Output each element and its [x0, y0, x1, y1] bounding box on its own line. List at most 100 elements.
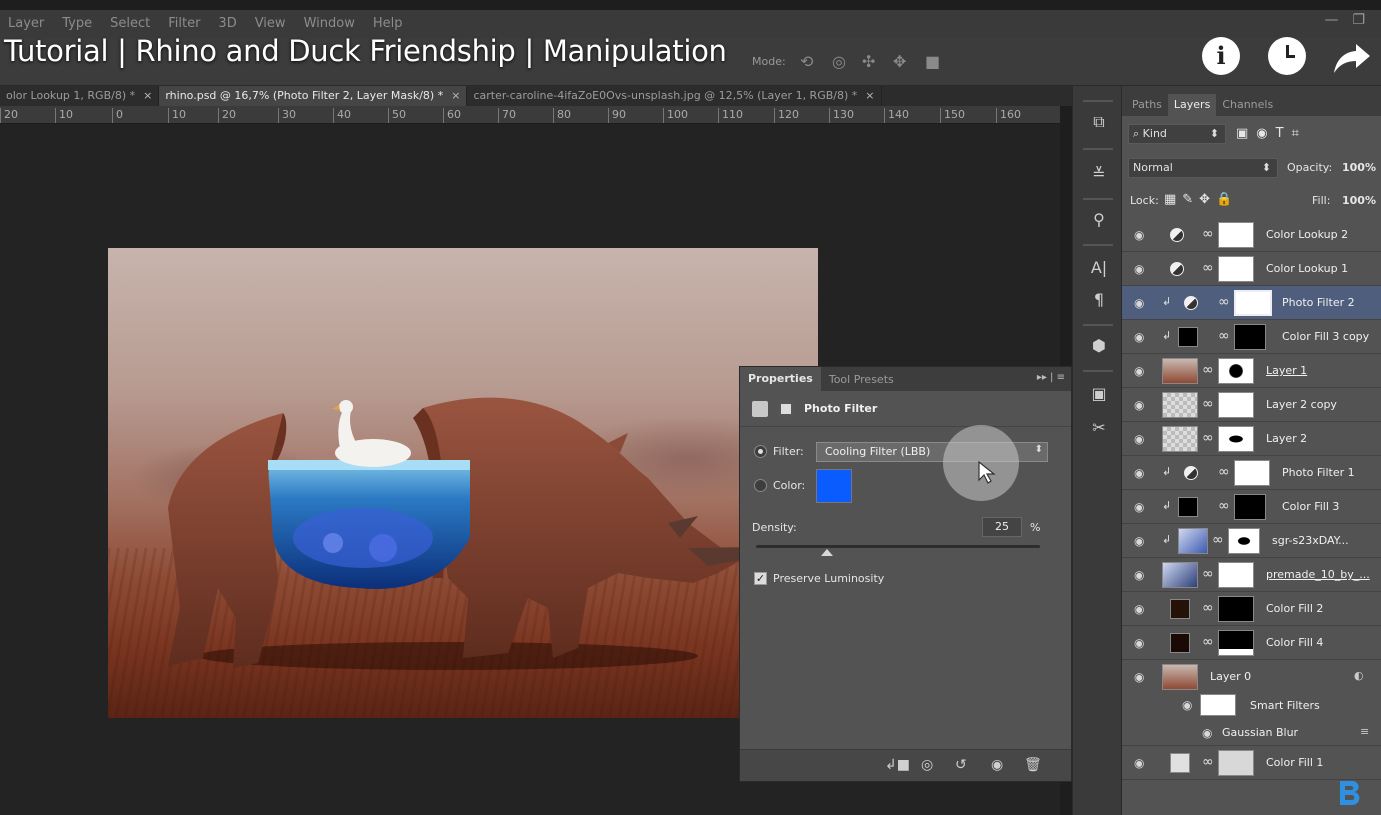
smart-filters-row[interactable]: ◉ Smart Filters: [1122, 690, 1381, 720]
layer-2-copy[interactable]: ◉ ∞ Layer 2 copy: [1122, 388, 1381, 422]
preserve-luminosity-checkbox[interactable]: ✓: [754, 572, 767, 585]
layer-thumbnail[interactable]: [1162, 358, 1198, 384]
link-icon[interactable]: ∞: [1202, 754, 1214, 770]
info-button[interactable]: i: [1202, 37, 1240, 75]
tab-paths[interactable]: Paths: [1126, 94, 1168, 116]
reset-icon[interactable]: ↺: [955, 757, 967, 773]
layer-2[interactable]: ◉ ∞ Layer 2: [1122, 422, 1381, 456]
filter-radio[interactable]: [754, 445, 767, 458]
menu-layer[interactable]: Layer: [8, 16, 44, 31]
adjustments-icon[interactable]: ≚: [1090, 164, 1108, 183]
panel-menu-icon[interactable]: ▸▸ | ≡: [1037, 372, 1065, 383]
layer-mask-thumbnail[interactable]: [1228, 528, 1260, 554]
link-icon[interactable]: ∞: [1202, 226, 1214, 242]
link-icon[interactable]: ∞: [1202, 600, 1214, 616]
eye-icon[interactable]: ◉: [1134, 534, 1144, 548]
character-icon[interactable]: A|: [1090, 258, 1108, 277]
paragraph-icon[interactable]: ¶: [1090, 290, 1108, 309]
layer-sgr[interactable]: ◉ ↲ ∞ sgr-s23xDAY...: [1122, 524, 1381, 558]
layer-mask-thumbnail[interactable]: [1218, 630, 1254, 656]
density-input[interactable]: 25: [982, 517, 1022, 537]
layer-color-fill-4[interactable]: ◉ ∞ Color Fill 4: [1122, 626, 1381, 660]
menu-view[interactable]: View: [255, 16, 286, 31]
color-swatch[interactable]: [816, 469, 852, 503]
layer-thumbnail[interactable]: [1162, 392, 1198, 418]
tab-layers[interactable]: Layers: [1167, 94, 1217, 116]
visibility-icon[interactable]: ◉: [991, 757, 1003, 773]
layer-color-lookup-1[interactable]: ◉ ∞ Color Lookup 1: [1122, 252, 1381, 286]
eye-icon[interactable]: ◉: [1134, 330, 1144, 344]
eye-icon[interactable]: ◉: [1134, 228, 1144, 242]
menu-3d[interactable]: 3D: [218, 16, 236, 31]
video-title[interactable]: Tutorial | Rhino and Duck Friendship | M…: [4, 34, 727, 68]
mask-icon[interactable]: [778, 400, 794, 417]
link-icon[interactable]: ∞: [1202, 634, 1214, 650]
eye-icon[interactable]: ◉: [1134, 432, 1144, 446]
layer-premade-10[interactable]: ◉ ∞ premade_10_by_...: [1122, 558, 1381, 592]
horizontal-ruler[interactable]: 20 10 0 10 20 30 40 50 60 70 80 90 100 1…: [0, 106, 1060, 124]
layer-mask-thumbnail[interactable]: [1234, 460, 1270, 486]
3d-icon[interactable]: ⬢: [1090, 336, 1108, 355]
3d-rotate-icon[interactable]: ⟲: [800, 52, 813, 71]
link-icon[interactable]: ∞: [1202, 396, 1214, 412]
link-icon[interactable]: ∞: [1202, 566, 1214, 582]
layer-mask-thumbnail[interactable]: [1218, 222, 1254, 248]
link-icon[interactable]: ∞: [1218, 464, 1230, 480]
eye-icon[interactable]: ◉: [1134, 296, 1144, 310]
menu-window[interactable]: Window: [304, 16, 355, 31]
fill-color-thumbnail[interactable]: [1170, 633, 1190, 653]
layer-thumbnail[interactable]: [1162, 562, 1198, 588]
view-previous-icon[interactable]: ◎: [921, 757, 933, 773]
menu-help[interactable]: Help: [373, 16, 403, 31]
tab-properties[interactable]: Properties: [740, 367, 821, 391]
document-canvas[interactable]: [108, 248, 818, 718]
layer-thumbnail[interactable]: [1162, 426, 1198, 452]
3d-slide-icon[interactable]: ✥: [893, 52, 906, 71]
trash-icon[interactable]: 🗑: [1024, 757, 1042, 773]
link-icon[interactable]: ∞: [1202, 362, 1214, 378]
gaussian-blur-row[interactable]: ◉ Gaussian Blur ≡: [1122, 720, 1381, 746]
tab-rhino-psd[interactable]: rhino.psd @ 16,7% (Photo Filter 2, Layer…: [159, 86, 468, 106]
properties-icon[interactable]: ▣: [1090, 384, 1108, 403]
watch-later-button[interactable]: [1268, 37, 1306, 75]
layer-mask-thumbnail[interactable]: [1218, 596, 1254, 622]
layer-mask-thumbnail[interactable]: [1218, 392, 1254, 418]
layer-mask-thumbnail[interactable]: [1234, 290, 1272, 316]
filter-options-icon[interactable]: ≡: [1360, 725, 1369, 738]
layer-mask-thumbnail[interactable]: [1218, 562, 1254, 588]
layer-mask-thumbnail[interactable]: [1218, 750, 1254, 776]
menu-filter[interactable]: Filter: [168, 16, 200, 31]
eye-icon[interactable]: ◉: [1134, 568, 1144, 582]
adjustment-icon[interactable]: [752, 400, 768, 417]
layer-thumbnail[interactable]: [1178, 528, 1208, 554]
clip-to-layer-icon[interactable]: ↲■: [885, 757, 910, 773]
blend-mode-select[interactable]: Normal ⬍: [1128, 158, 1278, 178]
eye-icon[interactable]: ◉: [1134, 602, 1144, 616]
link-icon[interactable]: ∞: [1218, 294, 1230, 310]
lock-icons[interactable]: ▦✎✥🔒: [1164, 192, 1238, 207]
layer-mask-thumbnail[interactable]: [1218, 256, 1254, 282]
3d-roll-icon[interactable]: ◎: [832, 52, 846, 71]
eye-icon[interactable]: ◉: [1134, 364, 1144, 378]
menu-select[interactable]: Select: [110, 16, 150, 31]
tab-channels[interactable]: Channels: [1216, 94, 1279, 116]
3d-camera-icon[interactable]: ■: [925, 52, 940, 71]
color-radio[interactable]: [754, 479, 767, 492]
layer-0[interactable]: ◉ Layer 0 ◐: [1122, 660, 1381, 690]
eye-icon[interactable]: ◉: [1134, 756, 1144, 770]
menu-type[interactable]: Type: [62, 16, 92, 31]
minimize-icon[interactable]: —: [1324, 12, 1338, 28]
close-icon[interactable]: ×: [865, 86, 874, 106]
share-icon[interactable]: [1332, 40, 1372, 76]
fill-color-thumbnail[interactable]: [1178, 327, 1198, 347]
eye-icon[interactable]: ◉: [1202, 726, 1212, 740]
fill-color-thumbnail[interactable]: [1170, 753, 1190, 773]
fill-color-thumbnail[interactable]: [1178, 497, 1198, 517]
history-icon[interactable]: ⧉: [1090, 112, 1108, 132]
layer-color-fill-1[interactable]: ◉ ∞ Color Fill 1: [1122, 746, 1381, 780]
close-icon[interactable]: ×: [143, 86, 152, 106]
3d-pan-icon[interactable]: ✣: [862, 52, 875, 71]
layer-photo-filter-1[interactable]: ◉ ↲ ∞ Photo Filter 1: [1122, 456, 1381, 490]
eye-icon[interactable]: ◉: [1134, 500, 1144, 514]
eye-icon[interactable]: ◉: [1182, 698, 1192, 712]
